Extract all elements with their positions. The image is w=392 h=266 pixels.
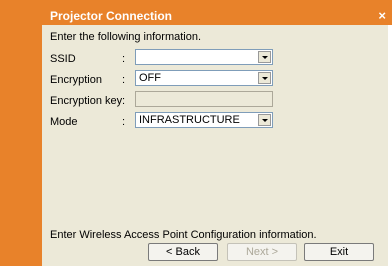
mode-combobox[interactable]: INFRASTRUCTURE <box>135 112 273 128</box>
side-panel <box>0 0 42 266</box>
title-bar: Projector Connection × <box>42 7 392 25</box>
mode-colon: : <box>122 116 126 128</box>
window-title: Projector Connection <box>50 9 173 23</box>
encryption-label: Encryption <box>50 74 102 86</box>
mode-value: INFRASTRUCTURE <box>139 114 240 126</box>
dialog-body: Enter the following information. SSID : … <box>42 25 388 266</box>
chevron-down-icon[interactable] <box>258 114 271 126</box>
chevron-down-icon[interactable] <box>258 51 271 63</box>
title-strip <box>42 0 392 7</box>
ssid-colon: : <box>122 53 126 65</box>
chevron-down-icon[interactable] <box>258 72 271 84</box>
encryption-key-colon: : <box>122 95 126 107</box>
footer-instruction: Enter Wireless Access Point Configuratio… <box>50 229 317 241</box>
close-button[interactable]: × <box>378 8 386 23</box>
exit-button[interactable]: Exit <box>304 243 374 261</box>
encryption-colon: : <box>122 74 126 86</box>
projector-connection-window: Projector Connection × Enter the followi… <box>0 0 392 266</box>
instruction-text: Enter the following information. <box>50 31 202 43</box>
ssid-combobox[interactable] <box>135 49 273 65</box>
encryption-combobox[interactable]: OFF <box>135 70 273 86</box>
ssid-label: SSID <box>50 53 76 65</box>
back-button[interactable]: < Back <box>148 243 218 261</box>
encryption-key-label: Encryption key <box>50 95 123 107</box>
encryption-value: OFF <box>139 72 161 84</box>
next-button[interactable]: Next > <box>227 243 297 261</box>
encryption-key-field <box>135 91 273 107</box>
mode-label: Mode <box>50 116 78 128</box>
